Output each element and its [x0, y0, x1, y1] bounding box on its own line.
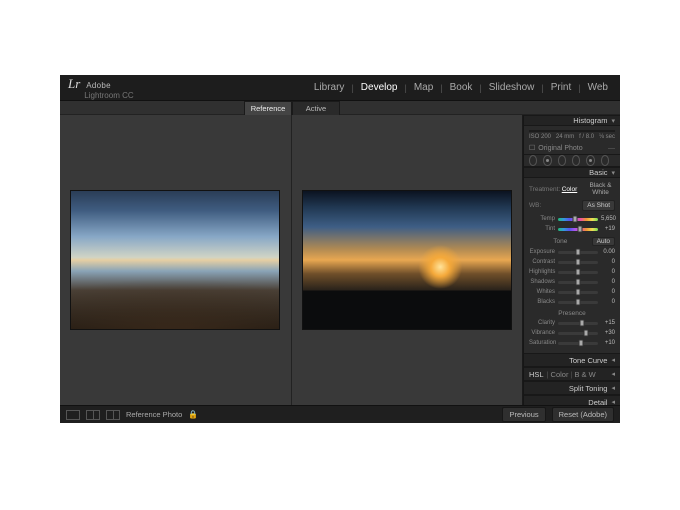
module-web[interactable]: Web: [584, 80, 612, 95]
reference-photo-label: Reference Photo: [126, 410, 182, 419]
hsl-header[interactable]: HSL |Color |B & W ◂: [524, 367, 620, 381]
chevron-left-icon: ◂: [611, 356, 615, 364]
view-mode-compare-icon[interactable]: [86, 410, 100, 420]
compare-viewer: [60, 115, 523, 405]
module-book[interactable]: Book: [446, 80, 477, 95]
module-picker: Library | Develop | Map | Book | Slidesh…: [310, 80, 612, 95]
main-area: Histogram ▾ ISO 200 24 mm f / 8.: [60, 115, 620, 405]
active-photo[interactable]: [302, 190, 512, 330]
lightroom-window: Lr Adobe Lightroom CC Library | Develop …: [60, 75, 620, 423]
vibrance-slider[interactable]: Vibrance +30: [529, 328, 615, 338]
chevron-left-icon: ◂: [611, 398, 615, 405]
radial-filter-icon[interactable]: [586, 155, 594, 166]
chevron-left-icon: ◂: [611, 370, 615, 378]
checkbox-icon: ☐: [529, 144, 535, 152]
basic-header[interactable]: Basic ▾: [524, 167, 620, 178]
treatment-color[interactable]: Color: [555, 185, 584, 194]
redeye-tool-icon[interactable]: [558, 155, 566, 166]
view-mode-survey-icon[interactable]: [106, 410, 120, 420]
chevron-left-icon: ◂: [611, 384, 615, 392]
contrast-slider[interactable]: Contrast 0: [529, 257, 615, 267]
grad-filter-icon[interactable]: [572, 155, 580, 166]
tone-curve-header[interactable]: Tone Curve ◂: [524, 353, 620, 367]
compare-toggle-row: Reference Active: [60, 101, 620, 115]
wb-preset-dropdown[interactable]: As Shot: [582, 200, 615, 211]
module-slideshow[interactable]: Slideshow: [485, 80, 539, 95]
highlights-slider[interactable]: Highlights 0: [529, 267, 615, 277]
brand-logo: Lr: [68, 76, 80, 92]
brand: Lr Adobe Lightroom CC: [68, 76, 134, 100]
active-pane: [291, 115, 523, 405]
top-bar: Lr Adobe Lightroom CC Library | Develop …: [60, 75, 620, 101]
exposure-slider[interactable]: Exposure 0.00: [529, 247, 615, 257]
clarity-slider[interactable]: Clarity +15: [529, 318, 615, 328]
wb-row: WB: As Shot: [529, 200, 615, 211]
local-tools-toolbar: [524, 155, 620, 167]
compare-active-tab[interactable]: Active: [292, 101, 340, 115]
view-mode-loupe-icon[interactable]: [66, 410, 80, 420]
lock-icon[interactable]: 🔒: [188, 410, 198, 419]
original-photo-toggle[interactable]: ☐ Original Photo —: [524, 142, 620, 155]
split-toning-header[interactable]: Split Toning ◂: [524, 381, 620, 395]
presence-subheader: Presence: [529, 310, 615, 317]
develop-right-panel: Histogram ▾ ISO 200 24 mm f / 8.: [523, 115, 620, 405]
brush-tool-icon[interactable]: [601, 155, 609, 166]
compare-reference-tab[interactable]: Reference: [244, 101, 292, 115]
basic-panel: Treatment: Color Black & White WB: As Sh…: [524, 178, 620, 353]
whites-slider[interactable]: Whites 0: [529, 287, 615, 297]
histogram-panel: ISO 200 24 mm f / 8.0 ⅛ sec: [524, 126, 620, 142]
module-map[interactable]: Map: [410, 80, 437, 95]
previous-button[interactable]: Previous: [502, 407, 545, 422]
shadows-slider[interactable]: Shadows 0: [529, 277, 615, 287]
reference-pane: [60, 115, 291, 405]
brand-product: Lightroom CC: [84, 91, 133, 100]
treatment-row: Treatment: Color Black & White: [529, 181, 615, 197]
tone-subheader: Tone: [529, 238, 592, 245]
spot-tool-icon[interactable]: [543, 155, 551, 166]
histogram-header[interactable]: Histogram ▾: [524, 115, 620, 126]
temp-slider[interactable]: Temp 5,650: [529, 214, 615, 224]
saturation-slider[interactable]: Saturation +10: [529, 338, 615, 348]
reference-photo[interactable]: [70, 190, 280, 330]
chevron-down-icon: ▾: [611, 117, 615, 125]
blacks-slider[interactable]: Blacks 0: [529, 297, 615, 307]
histogram-meta: ISO 200 24 mm f / 8.0 ⅛ sec: [529, 132, 615, 140]
tint-slider[interactable]: Tint +19: [529, 224, 615, 234]
module-print[interactable]: Print: [547, 80, 576, 95]
detail-header[interactable]: Detail ◂: [524, 395, 620, 405]
crop-tool-icon[interactable]: [529, 155, 537, 166]
treatment-bw[interactable]: Black & White: [586, 181, 615, 197]
module-library[interactable]: Library: [310, 80, 349, 95]
histogram-graph[interactable]: [529, 130, 615, 132]
chevron-down-icon: ▾: [611, 169, 615, 177]
auto-tone-button[interactable]: Auto: [592, 237, 615, 246]
brand-vendor: Adobe: [86, 81, 111, 90]
reset-button[interactable]: Reset (Adobe): [552, 407, 614, 422]
toolbar-footer: Reference Photo 🔒 Previous Reset (Adobe): [60, 405, 620, 423]
module-develop[interactable]: Develop: [357, 80, 402, 95]
